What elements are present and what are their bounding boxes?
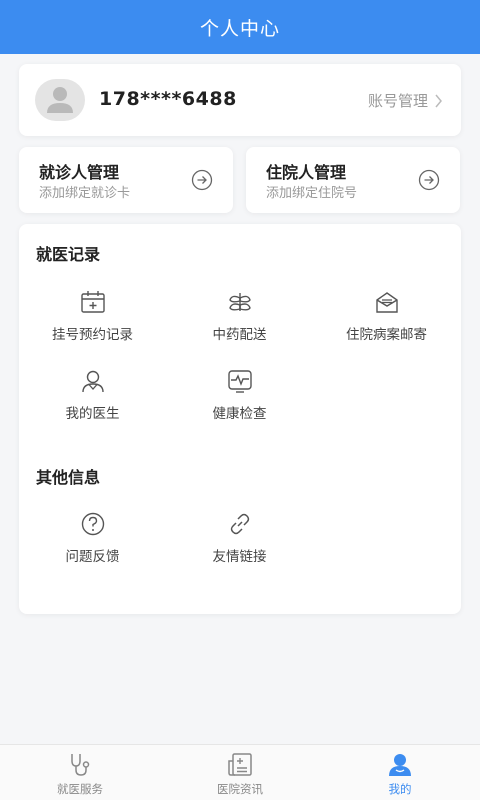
page-header: 个人中心: [0, 0, 480, 54]
tab-medical-service[interactable]: 就医服务: [0, 745, 160, 800]
patient-management-card[interactable]: 就诊人管理 添加绑定就诊卡: [19, 147, 233, 213]
friendly-links-item[interactable]: 友情链接: [166, 510, 313, 570]
user-card: 178****6488 账号管理: [19, 64, 461, 136]
doctor-icon: [82, 370, 104, 393]
page-title: 个人中心: [199, 17, 280, 40]
medical-records-title: 就医记录: [36, 245, 101, 264]
news-icon: [228, 753, 252, 776]
avatar: [35, 79, 85, 121]
question-icon: [81, 512, 105, 536]
other-info-title: 其他信息: [36, 468, 101, 487]
inpatient-management-title: 住院人管理: [266, 163, 347, 182]
herbal-delivery-item[interactable]: 中药配送: [166, 288, 313, 348]
records-card: 就医记录 挂号预约记录 中药配送 住院病案邮寄 我的医生 健康检查 其他信息 问…: [19, 224, 461, 614]
bottom-tabbar: 就医服务 医院资讯 我的: [0, 744, 480, 800]
patient-management-subtitle: 添加绑定就诊卡: [39, 186, 131, 201]
pulse-icon: [228, 370, 252, 393]
patient-management-title: 就诊人管理: [39, 163, 120, 182]
health-check-item[interactable]: 健康检查: [166, 367, 313, 427]
user-phone: 178****6488: [99, 88, 237, 110]
herb-icon: [229, 293, 251, 311]
case-mailing-item[interactable]: 住院病案邮寄: [313, 288, 460, 348]
inpatient-management-subtitle: 添加绑定住院号: [266, 186, 358, 201]
tab-hospital-news[interactable]: 医院资讯: [160, 745, 320, 800]
arrow-right-circle-icon: [418, 169, 440, 191]
arrow-right-circle-icon: [191, 169, 213, 191]
link-icon: [230, 513, 250, 535]
chevron-right-icon: [435, 94, 442, 107]
tab-mine[interactable]: 我的: [320, 745, 480, 800]
my-doctor-item[interactable]: 我的医生: [19, 367, 166, 427]
account-management-label: 账号管理: [367, 92, 428, 110]
account-management-link[interactable]: 账号管理: [368, 90, 443, 111]
mail-icon: [376, 292, 398, 313]
user-icon: [389, 754, 411, 776]
user-avatar-icon: [47, 87, 73, 113]
inpatient-management-card[interactable]: 住院人管理 添加绑定住院号: [246, 147, 460, 213]
appointment-records-item[interactable]: 挂号预约记录: [19, 288, 166, 348]
feedback-item[interactable]: 问题反馈: [19, 510, 166, 570]
stethoscope-icon: [71, 754, 90, 776]
calendar-icon: [81, 291, 105, 313]
